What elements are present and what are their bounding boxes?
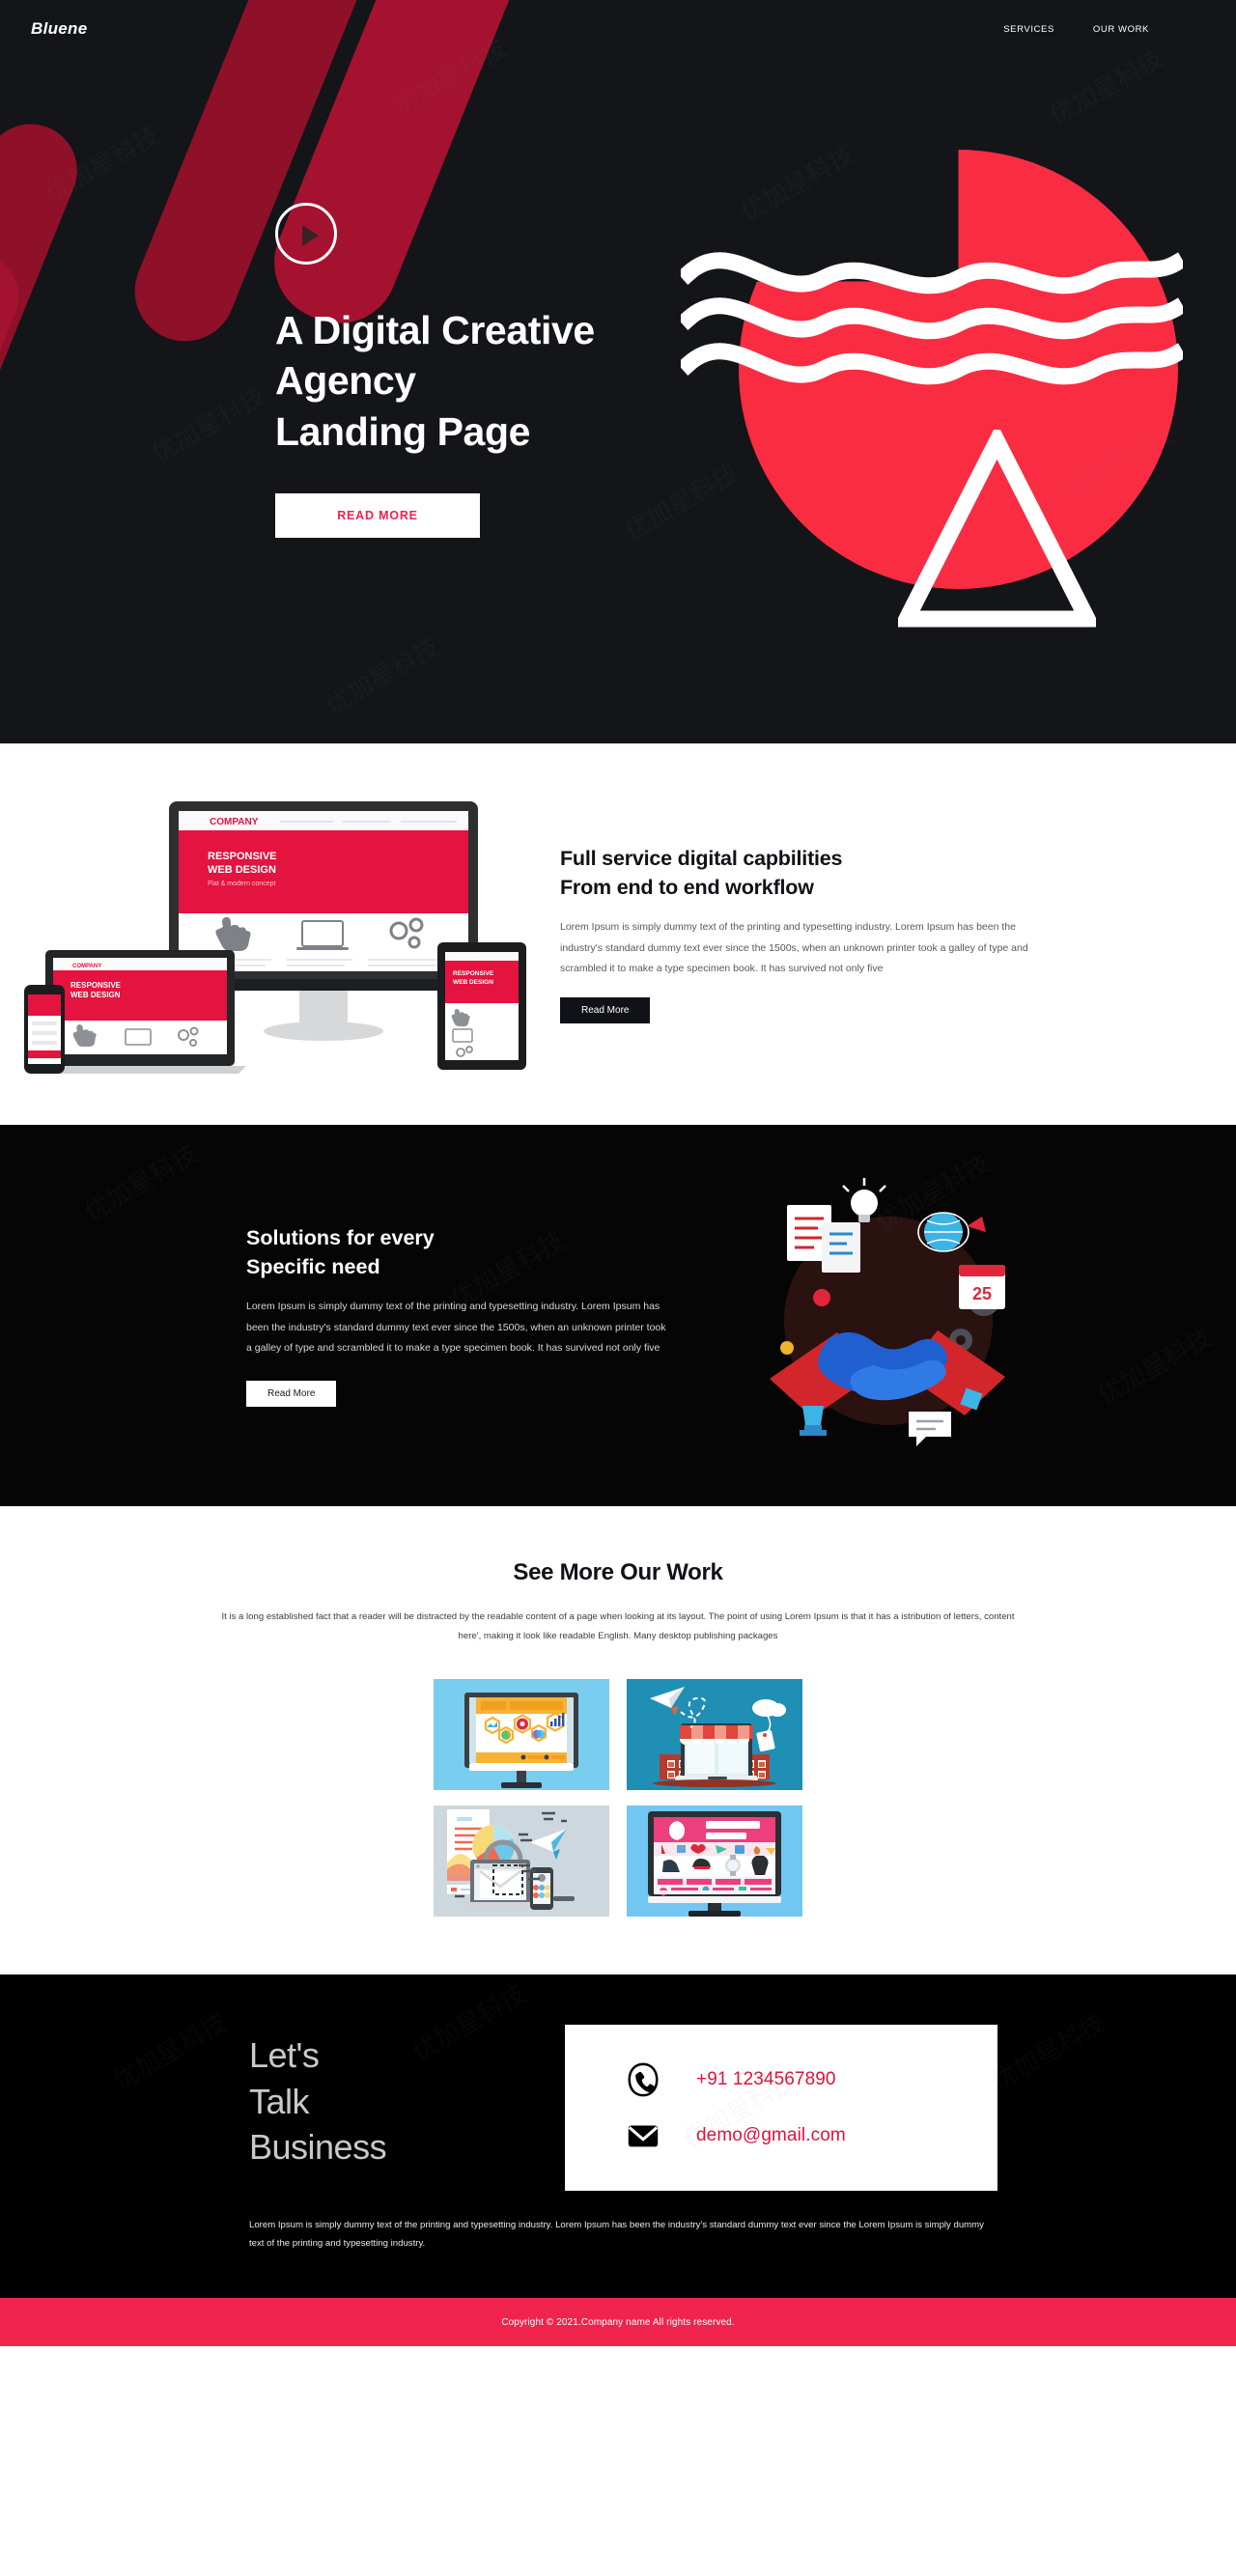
- contact-section: Let's Talk Business +91 1234567890 demo@…: [0, 1974, 1236, 2299]
- svg-text:RESPONSIVE: RESPONSIVE: [453, 970, 494, 977]
- hero-title-line-2: Agency: [275, 358, 416, 404]
- capabilities-read-more-button[interactable]: Read More: [560, 996, 651, 1023]
- nav-link-our-work[interactable]: OUR WORK: [1093, 24, 1149, 35]
- capabilities-title-line-1: Full service digital capbilities: [560, 847, 843, 871]
- nav-link-services[interactable]: SERVICES: [1003, 24, 1054, 35]
- contact-heading-line-3: Business: [249, 2127, 387, 2168]
- work-paragraph: It is a long established fact that a rea…: [221, 1611, 1015, 1642]
- work-card-ecommerce-shop-laptop[interactable]: [627, 1679, 802, 1791]
- work-card-fashion-store-monitor[interactable]: [627, 1806, 802, 1918]
- watermark-text: 优加星科技: [1093, 1323, 1218, 1412]
- svg-text:WEB DESIGN: WEB DESIGN: [208, 864, 276, 876]
- brand-logo[interactable]: Bluene: [31, 19, 87, 39]
- landing-page: Bluene SERVICES OUR WORK A Digital Creat…: [0, 0, 1236, 2347]
- svg-text:RESPONSIVE: RESPONSIVE: [208, 851, 277, 862]
- stripe-3: [0, 110, 92, 440]
- hero-section: Bluene SERVICES OUR WORK A Digital Creat…: [0, 0, 1236, 743]
- hero-artwork: [681, 150, 1183, 632]
- copyright-bar: Copyright © 2021.Company name All rights…: [0, 2298, 1236, 2347]
- nav-links: SERVICES OUR WORK: [1003, 24, 1149, 35]
- work-card-email-marketing-desk[interactable]: [434, 1806, 609, 1918]
- svg-text:COMPANY: COMPANY: [210, 817, 259, 827]
- hero-triangle-outline: [898, 430, 1096, 628]
- watermark-text: 优加星科技: [108, 2008, 233, 2097]
- email-marketing-desk-icon: [434, 1806, 609, 1918]
- hero-read-more-button[interactable]: READ MORE: [275, 493, 480, 539]
- responsive-devices-mockup: COMPANY RESPONSIVE WEB DESIGN Flat & mod…: [24, 790, 536, 1079]
- hero-content: A Digital Creative Agency Landing Page R…: [275, 203, 777, 539]
- solutions-section: Solutions for every Specific need Lorem …: [0, 1125, 1236, 1506]
- contact-phone-row[interactable]: +91 1234567890: [625, 2061, 997, 2098]
- solutions-paragraph: Lorem Ipsum is simply dummy text of the …: [246, 1301, 666, 1355]
- watermark-text: 优加星科技: [407, 1979, 532, 2068]
- capabilities-paragraph: Lorem Ipsum is simply dummy text of the …: [560, 921, 1028, 975]
- contact-email-value: demo@gmail.com: [696, 2125, 846, 2146]
- solutions-title: Solutions for every Specific need: [246, 1224, 710, 1281]
- fashion-store-monitor-icon: [627, 1806, 802, 1918]
- contact-phone-value: +91 1234567890: [696, 2069, 836, 2090]
- copyright-text: Copyright © 2021.Company name All rights…: [501, 2316, 735, 2328]
- contact-heading-line-2: Talk: [249, 2081, 310, 2121]
- svg-text:WEB DESIGN: WEB DESIGN: [453, 979, 493, 986]
- capabilities-text: Full service digital capbilities From en…: [560, 845, 1043, 1023]
- svg-text:COMPANY: COMPANY: [72, 964, 101, 969]
- play-icon[interactable]: [275, 203, 337, 265]
- analytics-dashboard-monitor-icon: [434, 1679, 609, 1791]
- svg-text:RESPONSIVE: RESPONSIVE: [70, 981, 122, 990]
- contact-paragraph: Lorem Ipsum is simply dummy text of the …: [249, 2220, 984, 2250]
- solutions-text: Solutions for every Specific need Lorem …: [246, 1224, 710, 1407]
- work-title: See More Our Work: [513, 1559, 723, 1585]
- calendar-day: 25: [972, 1284, 992, 1303]
- hero-title-line-3: Landing Page: [275, 408, 531, 454]
- contact-email-row[interactable]: demo@gmail.com: [625, 2117, 997, 2154]
- solutions-read-more-button[interactable]: Read More: [246, 1380, 337, 1407]
- envelope-icon: [628, 2125, 659, 2147]
- contact-heading: Let's Talk Business: [249, 2032, 387, 2170]
- capabilities-title-line-2: From end to end workflow: [560, 875, 814, 899]
- hero-title: A Digital Creative Agency Landing Page: [275, 305, 690, 457]
- solutions-title-line-1: Solutions for every: [246, 1226, 435, 1250]
- hero-title-line-1: A Digital Creative: [275, 308, 595, 352]
- main-navigation: Bluene SERVICES OUR WORK: [0, 0, 1236, 58]
- work-grid: [274, 1679, 962, 1918]
- contact-heading-line-1: Let's: [249, 2035, 320, 2076]
- watermark-text: 优加星科技: [79, 1139, 204, 1228]
- watermark-text: 优加星科技: [987, 2008, 1111, 2097]
- capabilities-section: COMPANY RESPONSIVE WEB DESIGN Flat & mod…: [0, 743, 1236, 1125]
- handshake-illustration: 25: [729, 1176, 1048, 1456]
- ecommerce-shop-laptop-icon: [627, 1679, 802, 1791]
- work-card-analytics-dashboard-monitor[interactable]: [434, 1679, 609, 1791]
- contact-card: +91 1234567890 demo@gmail.com: [565, 2025, 997, 2192]
- phone-icon: [628, 2062, 659, 2097]
- solutions-title-line-2: Specific need: [246, 1254, 380, 1278]
- svg-text:WEB DESIGN: WEB DESIGN: [70, 991, 121, 999]
- capabilities-title: Full service digital capbilities From en…: [560, 845, 1043, 902]
- svg-text:Flat & modern concept: Flat & modern concept: [208, 881, 275, 887]
- work-section: See More Our Work It is a long establish…: [0, 1506, 1236, 1975]
